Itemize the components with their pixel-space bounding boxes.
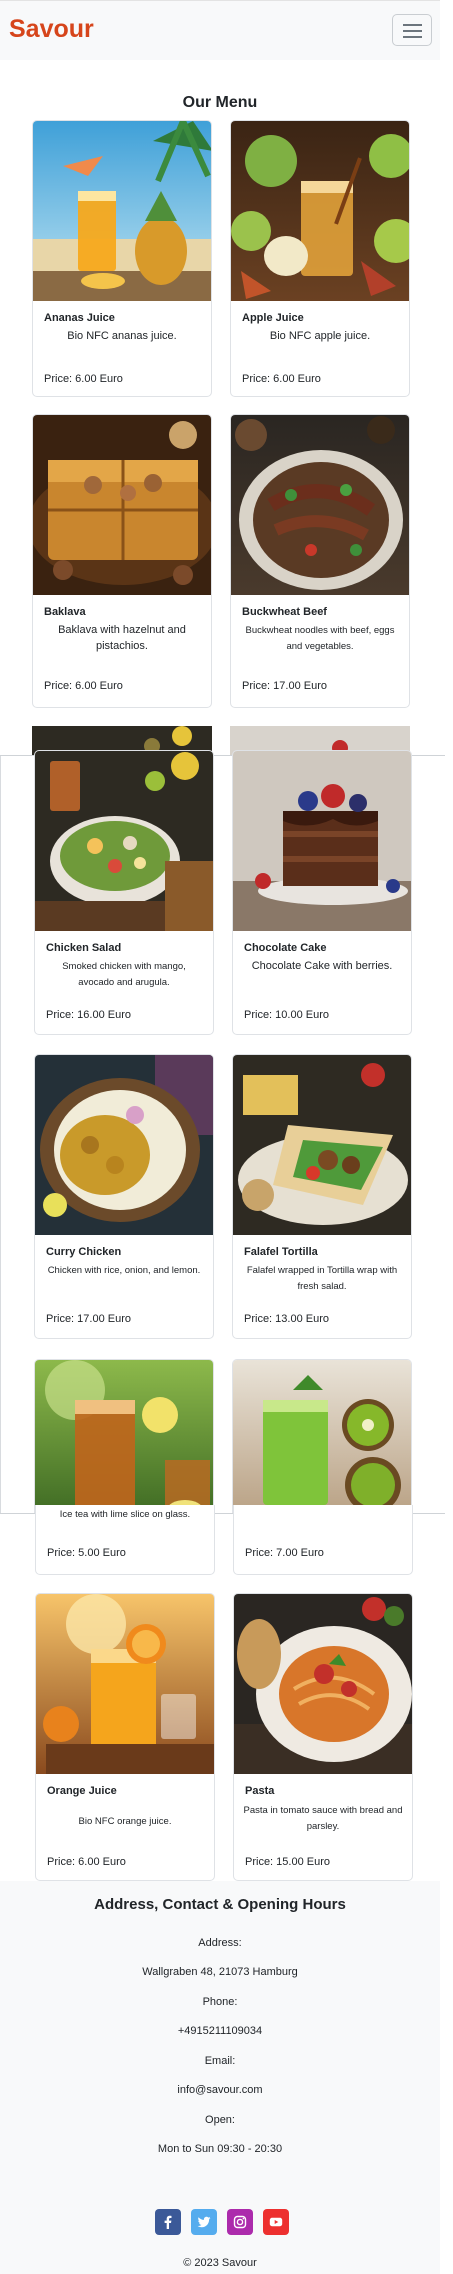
card-price: Price: 6.00 Euro [44, 680, 123, 692]
card-title: Orange Juice [47, 1785, 117, 1797]
card-description: Baklava with hazelnut and pistachios. [58, 624, 186, 652]
card-title: Apple Juice [242, 312, 304, 324]
card-price: Price: 16.00 Euro [46, 1009, 131, 1021]
phone-label: Phone: [202, 1996, 238, 2008]
facebook-icon [164, 2215, 172, 2229]
menu-card[interactable]: Orange Juice Bio NFC orange juice. Price… [35, 1593, 215, 1881]
youtube-icon [269, 2217, 283, 2227]
card-price: Price: 6.00 Euro [47, 1856, 126, 1868]
chicken-salad-image [35, 751, 213, 931]
phone-number: +4915211109034 [177, 2025, 263, 2037]
menu-card[interactable]: Falafel Tortilla Falafel wrapped in Tort… [232, 1054, 412, 1339]
menu-card[interactable]: Baklava Baklava with hazelnut and pistac… [32, 414, 212, 708]
card-description: Pasta in tomato sauce with bread and par… [243, 1805, 403, 1832]
card-price: Price: 5.00 Euro [47, 1547, 126, 1559]
menu-card[interactable]: Chocolate Cake Chocolate Cake with berri… [232, 750, 412, 1035]
card-description: Bio NFC orange juice. [78, 1816, 172, 1827]
card-description: Chicken with rice, onion, and lemon. [47, 1265, 201, 1276]
card-price: Price: 7.00 Euro [245, 1547, 324, 1559]
navbar: Savour [0, 0, 440, 60]
menu-card[interactable]: Ananas Juice Bio NFC ananas juice. Price… [32, 120, 212, 397]
baklava-image [33, 415, 211, 595]
card-title: Chicken Salad [46, 942, 122, 954]
copyright: © 2023 Savour [183, 2257, 257, 2269]
card-title: Pasta [245, 1785, 275, 1797]
youtube-button[interactable] [263, 2209, 289, 2235]
card-title: Ananas Juice [44, 312, 115, 324]
menu-card-partial[interactable] [232, 1359, 412, 1514]
twitter-button[interactable] [191, 2209, 217, 2235]
email-label: Email: [204, 2055, 236, 2067]
instagram-icon [233, 2215, 247, 2229]
card-price: Price: 6.00 Euro [44, 373, 123, 385]
brand-logo[interactable]: Savour [9, 15, 94, 44]
menu-card[interactable]: Apple Juice Bio NFC apple juice. Price: … [230, 120, 410, 397]
menu-card[interactable]: Curry Chicken Chicken with rice, onion, … [34, 1054, 214, 1339]
card-title: Baklava [44, 606, 86, 618]
card-price: Price: 10.00 Euro [244, 1009, 329, 1021]
card-description: Ice tea with lime slice on glass. [59, 1509, 191, 1520]
menu-toggle-button[interactable] [392, 14, 432, 46]
card-description: Smoked chicken with mango, avocado and a… [62, 961, 186, 988]
buckwheat-beef-image [231, 415, 409, 595]
footer-heading: Address, Contact & Opening Hours [94, 1896, 346, 1913]
address-label: Address: [198, 1937, 242, 1949]
menu-card[interactable]: Ice tea with lime slice on glass. Price:… [35, 1505, 215, 1575]
menu-card[interactable]: Pasta Pasta in tomato sauce with bread a… [233, 1593, 413, 1881]
card-price: Price: 15.00 Euro [245, 1856, 330, 1868]
chocolate-cake-image [233, 751, 411, 931]
kiwi-juice-image [233, 1360, 411, 1514]
pasta-image [234, 1594, 412, 1774]
curry-chicken-image [35, 1055, 213, 1235]
card-description: Buckwheat noodles with beef, eggs and ve… [245, 625, 395, 652]
card-description: Falafel wrapped in Tortilla wrap with fr… [246, 1265, 398, 1292]
orange-juice-image [36, 1594, 214, 1774]
card-description: Chocolate Cake with berries. [251, 960, 393, 972]
menu-card[interactable]: Chicken Salad Smoked chicken with mango,… [34, 750, 214, 1035]
address-text: Wallgraben 48, 21073 Hamburg [142, 1966, 298, 1978]
card-title: Chocolate Cake [244, 942, 327, 954]
card-title: Buckwheat Beef [242, 606, 327, 618]
card-price: Price: 6.00 Euro [242, 373, 321, 385]
card-title: Falafel Tortilla [244, 1246, 318, 1258]
card-description: Bio NFC ananas juice. [67, 330, 177, 342]
opening-hours: Mon to Sun 09:30 - 20:30 [157, 2143, 283, 2155]
footer: Address, Contact & Opening Hours Address… [0, 1881, 440, 2274]
card-price: Price: 17.00 Euro [46, 1313, 131, 1325]
ice-tea-image [35, 1360, 213, 1514]
instagram-button[interactable] [227, 2209, 253, 2235]
hamburger-icon [403, 24, 422, 26]
ananas-juice-image [33, 121, 211, 301]
menu-heading: Our Menu [182, 94, 258, 111]
open-label: Open: [205, 2114, 235, 2126]
menu-card-partial[interactable] [34, 1359, 214, 1514]
twitter-icon [197, 2216, 211, 2228]
apple-juice-image [231, 121, 409, 301]
menu-card[interactable]: Price: 7.00 Euro [233, 1505, 413, 1575]
menu-card[interactable]: Buckwheat Beef Buckwheat noodles with be… [230, 414, 410, 708]
card-title: Curry Chicken [46, 1246, 122, 1258]
card-price: Price: 13.00 Euro [244, 1313, 329, 1325]
facebook-button[interactable] [155, 2209, 181, 2235]
email-address: info@savour.com [177, 2084, 263, 2096]
card-description: Bio NFC apple juice. [269, 330, 371, 342]
falafel-tortilla-image [233, 1055, 411, 1235]
card-price: Price: 17.00 Euro [242, 680, 327, 692]
